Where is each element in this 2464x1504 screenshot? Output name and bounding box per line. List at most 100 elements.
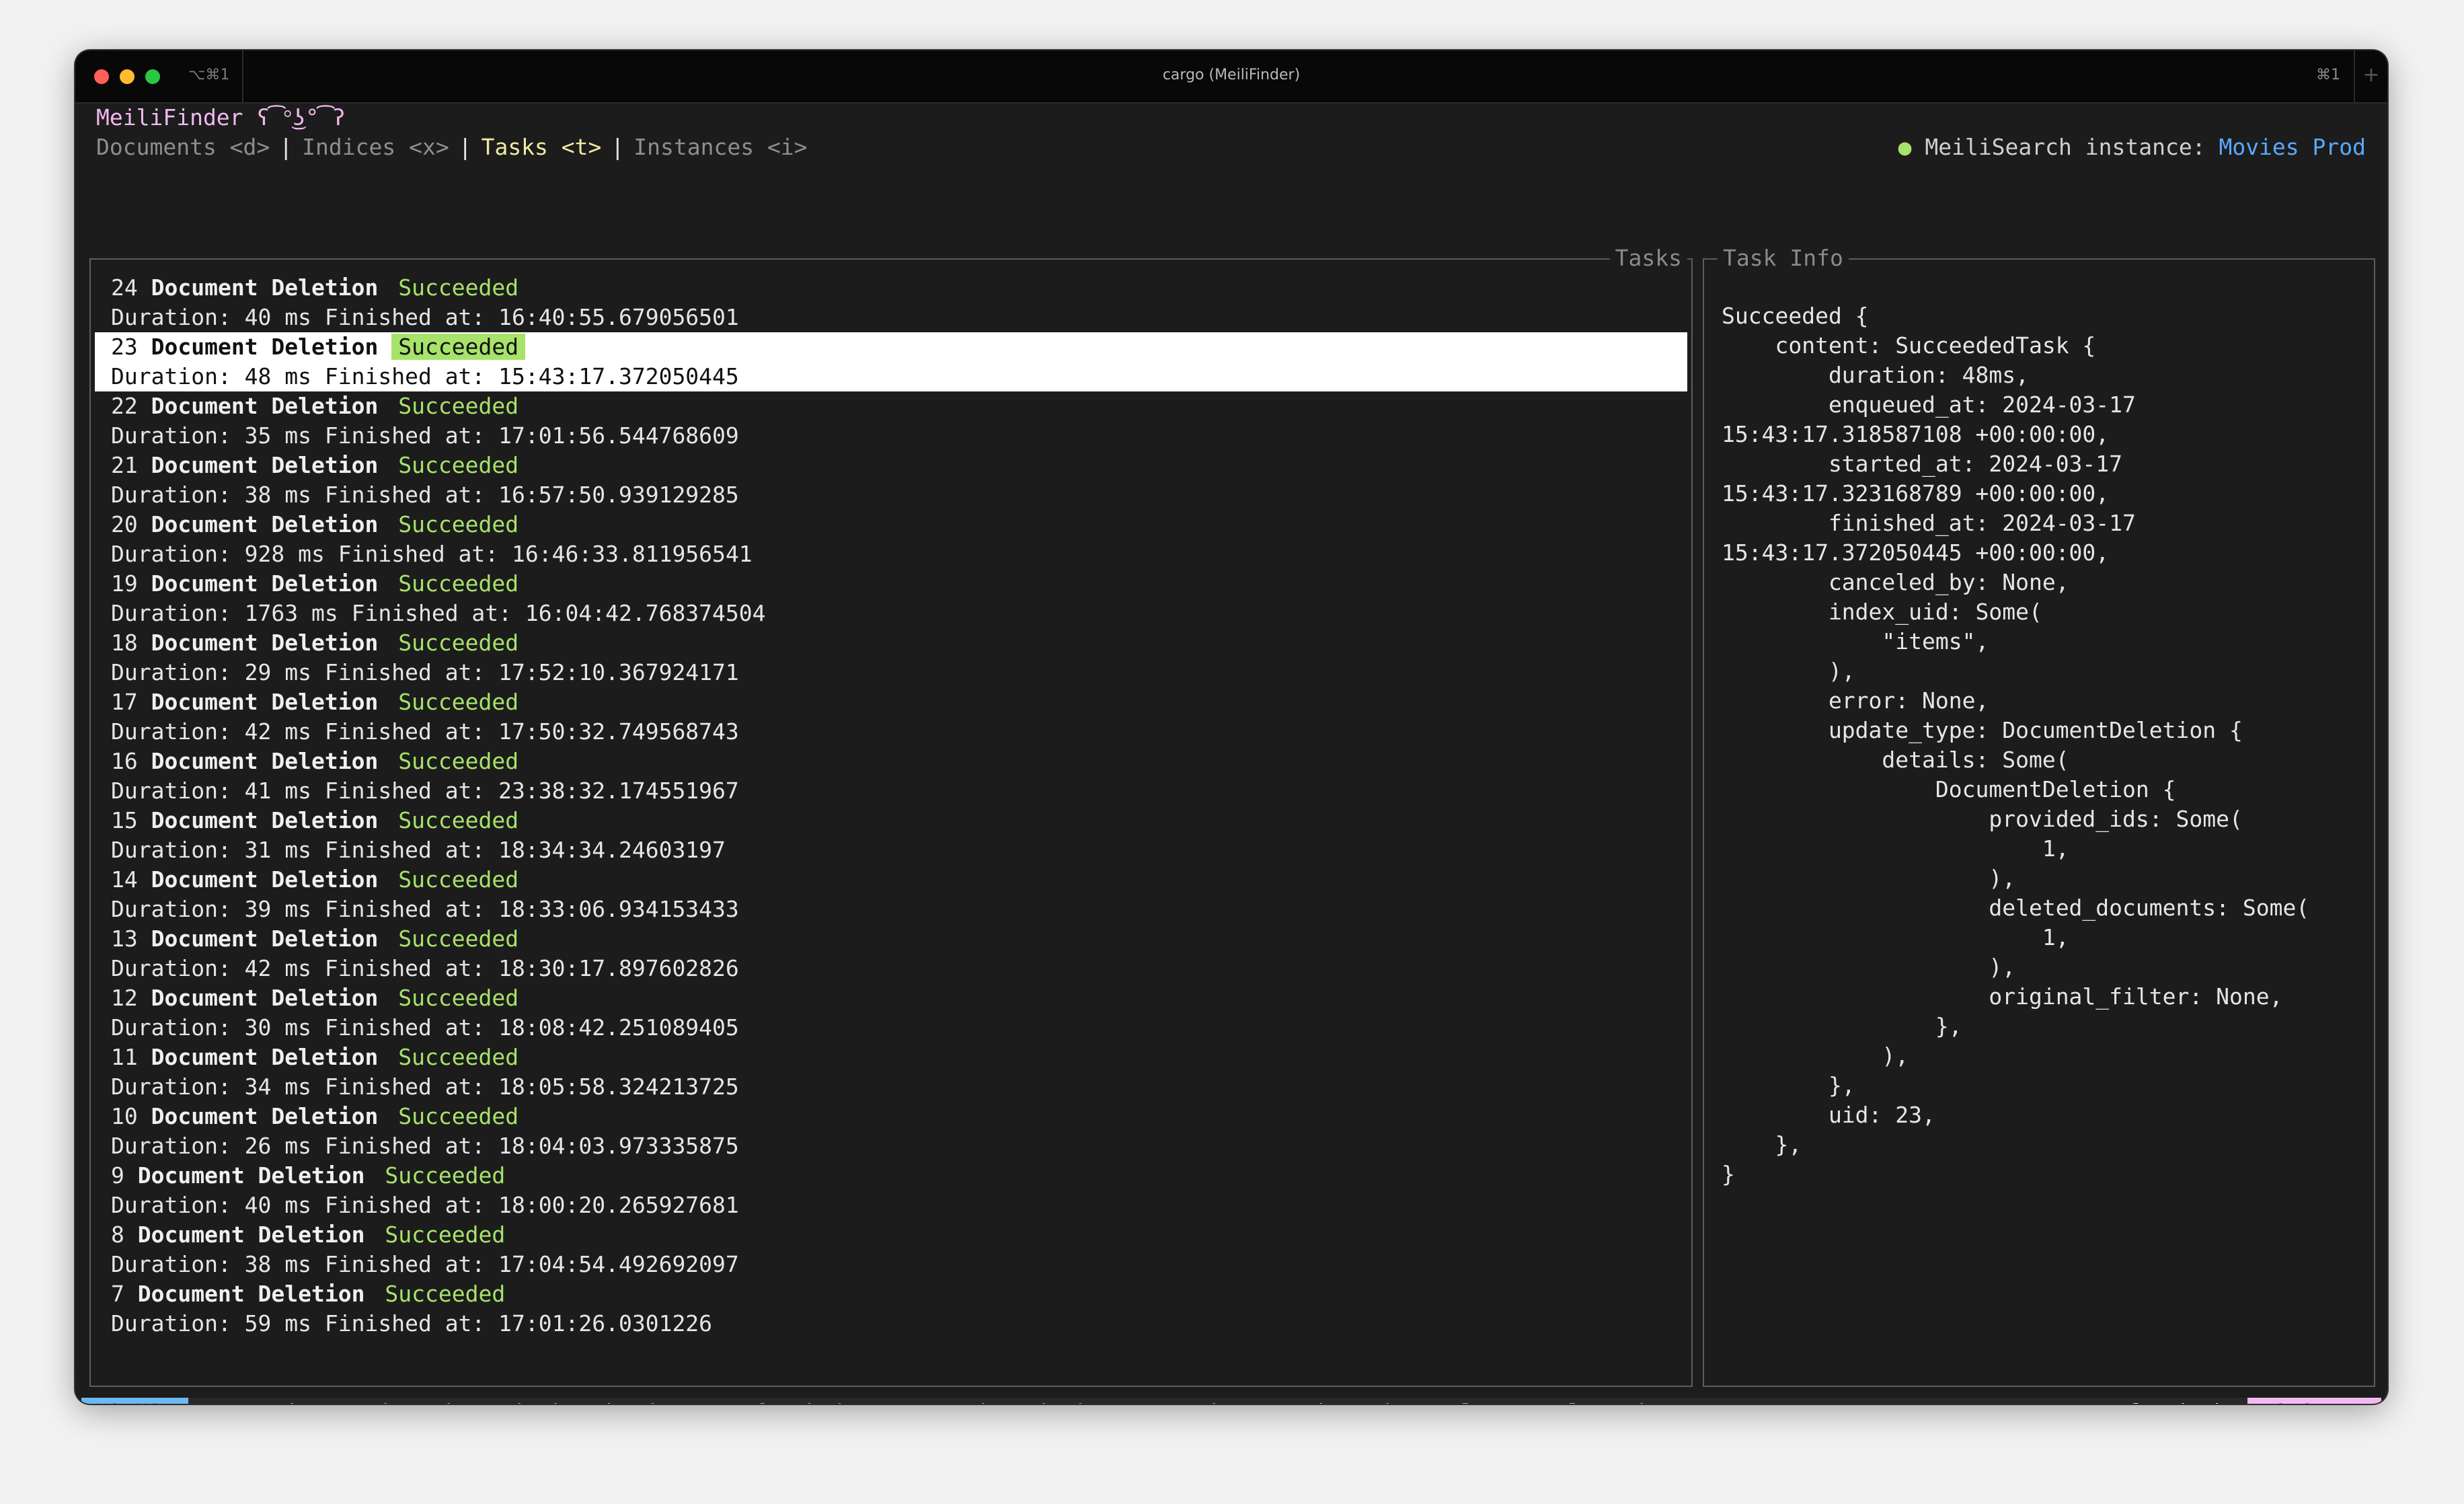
task-item[interactable]: 17 Document Deletion Succeeded Duration: … xyxy=(95,687,1687,747)
task-detail: Duration: 48 ms Finished at: 15:43:17.37… xyxy=(111,363,739,389)
task-detail: Duration: 34 ms Finished at: 18:05:58.32… xyxy=(111,1074,739,1100)
task-type: Document Deletion xyxy=(151,452,379,478)
task-detail: Duration: 928 ms Finished at: 16:46:33.8… xyxy=(111,541,753,567)
task-detail: Duration: 59 ms Finished at: 17:01:26.03… xyxy=(111,1310,713,1337)
task-item[interactable]: 20 Document Deletion Succeeded Duration: … xyxy=(95,510,1687,569)
task-type: Document Deletion xyxy=(151,866,379,893)
task-header-line: 20 Document Deletion Succeeded xyxy=(111,510,525,539)
task-header-line: 22 Document Deletion Succeeded xyxy=(111,391,525,421)
task-item[interactable]: 21 Document Deletion Succeeded Duration: … xyxy=(95,451,1687,510)
task-header-line: 15 Document Deletion Succeeded xyxy=(111,806,525,835)
new-tab-button[interactable]: + xyxy=(2354,50,2387,102)
nav-tabs: Documents <d> | Indices <x> | Tasks <t> | Inst… xyxy=(96,133,808,162)
tab-documents[interactable]: Documents <d> xyxy=(96,134,270,160)
task-item[interactable]: 14 Document Deletion Succeeded Duration: … xyxy=(95,865,1687,924)
task-status-badge: Succeeded xyxy=(398,1103,519,1129)
task-status-badge: Succeeded xyxy=(398,630,519,656)
task-id: 19 xyxy=(111,570,138,597)
task-item[interactable]: 16 Document Deletion Succeeded Duration: … xyxy=(95,747,1687,806)
task-type: Document Deletion xyxy=(137,1221,365,1248)
task-id: 7 xyxy=(111,1281,124,1307)
task-detail: Duration: 29 ms Finished at: 17:52:10.36… xyxy=(111,659,739,685)
task-status-badge: Succeeded xyxy=(398,274,519,301)
task-header-line: 7 Document Deletion Succeeded xyxy=(111,1279,512,1309)
task-item[interactable]: 13 Document Deletion Succeeded Duration: … xyxy=(95,924,1687,983)
terminal-window: ⌥⌘1 cargo (MeiliFinder) ⌘1 + MeiliFinder… xyxy=(75,50,2387,1404)
keybinding-hints: <q> exit app | <tab> switch tabs | <r> r… xyxy=(205,1398,1715,1404)
task-status-badge: Succeeded xyxy=(398,511,519,537)
tab-tasks[interactable]: Tasks <t> xyxy=(482,134,602,160)
task-header-line: 14 Document Deletion Succeeded xyxy=(111,865,525,895)
window-title: cargo (MeiliFinder) xyxy=(1162,67,1301,83)
task-id: 15 xyxy=(111,807,138,833)
task-type: Document Deletion xyxy=(151,570,379,597)
task-header-line: 12 Document Deletion Succeeded xyxy=(111,983,525,1013)
task-item[interactable]: 22 Document Deletion Succeeded Duration: … xyxy=(95,391,1687,451)
task-info-panel-title: Task Info xyxy=(1718,245,1849,272)
task-status-badge: Succeeded xyxy=(398,452,519,478)
task-status-badge: Succeeded xyxy=(398,985,519,1011)
task-item[interactable]: 15 Document Deletion Succeeded Duration: … xyxy=(95,806,1687,865)
task-id: 20 xyxy=(111,511,138,537)
nav-separator: | xyxy=(279,134,293,160)
task-id: 23 xyxy=(111,334,138,360)
task-type: Document Deletion xyxy=(151,274,379,301)
task-item[interactable]: 18 Document Deletion Succeeded Duration: … xyxy=(95,628,1687,687)
mode-badge: NORMAL xyxy=(81,1398,189,1404)
task-type: Document Deletion xyxy=(151,334,379,360)
task-status-badge: Succeeded xyxy=(398,866,519,893)
task-status-badge: Succeeded xyxy=(385,1281,506,1307)
instance-name: Movies Prod xyxy=(2219,134,2366,160)
task-detail: Duration: 35 ms Finished at: 17:01:56.54… xyxy=(111,422,739,449)
task-status-badge: Succeeded xyxy=(398,926,519,952)
task-item[interactable]: 9 Document Deletion Succeeded Duration: 4… xyxy=(95,1161,1687,1220)
task-detail: Duration: 40 ms Finished at: 16:40:55.67… xyxy=(111,304,739,330)
task-status-badge: Succeeded xyxy=(398,807,519,833)
tab-instances[interactable]: Instances <i> xyxy=(633,134,807,160)
tab-indices[interactable]: Indices <x> xyxy=(302,134,449,160)
task-info-panel: Task Info Succeeded { content: Succeeded… xyxy=(1703,245,2375,1387)
task-item[interactable]: 24 Document Deletion Succeeded Duration: … xyxy=(95,273,1687,332)
task-status-badge: Succeeded xyxy=(398,1044,519,1070)
tasks-panel: Tasks 24 Document Deletion Succeeded Dura… xyxy=(89,245,1693,1387)
task-type: Document Deletion xyxy=(151,748,379,774)
task-header-line: 16 Document Deletion Succeeded xyxy=(111,747,525,776)
task-id: 14 xyxy=(111,866,138,893)
task-id: 17 xyxy=(111,689,138,715)
nav-separator: | xyxy=(611,134,625,160)
task-detail: Duration: 26 ms Finished at: 18:04:03.97… xyxy=(111,1133,739,1159)
task-detail: Duration: 39 ms Finished at: 18:33:06.93… xyxy=(111,896,739,922)
task-header-line: 19 Document Deletion Succeeded xyxy=(111,569,525,599)
status-bar: NORMAL <q> exit app | <tab> switch tabs … xyxy=(81,1398,2381,1404)
task-header-line: 23 Document Deletion Succeeded xyxy=(111,332,526,362)
task-detail: Duration: 38 ms Finished at: 17:04:54.49… xyxy=(111,1251,739,1277)
task-status-badge: Succeeded xyxy=(398,748,519,774)
task-type: Document Deletion xyxy=(137,1281,365,1307)
task-type: Document Deletion xyxy=(151,985,379,1011)
task-id: 18 xyxy=(111,630,138,656)
task-list[interactable]: 24 Document Deletion Succeeded Duration: … xyxy=(95,273,1687,1339)
task-type: Document Deletion xyxy=(151,630,379,656)
task-status-badge: Succeeded xyxy=(398,393,519,419)
app-logo-icon: ʕ͡°͜ʖ°͡ʔ xyxy=(256,104,346,130)
task-item[interactable]: 7 Document Deletion Succeeded Duration: 5… xyxy=(95,1279,1687,1339)
task-header-line: 13 Document Deletion Succeeded xyxy=(111,924,525,954)
tasks-panel-title: Tasks xyxy=(1609,245,1687,272)
task-item[interactable]: 19 Document Deletion Succeeded Duration: … xyxy=(95,569,1687,628)
title-bar: ⌥⌘1 cargo (MeiliFinder) ⌘1 + xyxy=(75,50,2387,104)
task-item[interactable]: 23 Document Deletion Succeeded Duration: … xyxy=(95,332,1687,391)
task-detail: Duration: 1763 ms Finished at: 16:04:42.… xyxy=(111,600,766,626)
task-header-line: 18 Document Deletion Succeeded xyxy=(111,628,525,658)
task-header-line: 21 Document Deletion Succeeded xyxy=(111,451,525,480)
task-item[interactable]: 8 Document Deletion Succeeded Duration: 3… xyxy=(95,1220,1687,1279)
task-item[interactable]: 11 Document Deletion Succeeded Duration: … xyxy=(95,1043,1687,1102)
task-item[interactable]: 12 Document Deletion Succeeded Duration: … xyxy=(95,983,1687,1043)
task-item[interactable]: 10 Document Deletion Succeeded Duration: … xyxy=(95,1102,1687,1161)
task-id: 9 xyxy=(111,1162,124,1189)
task-type: Document Deletion xyxy=(151,1044,379,1070)
status-dot-icon: ● xyxy=(1898,134,1912,160)
task-detail: Duration: 42 ms Finished at: 18:30:17.89… xyxy=(111,955,739,981)
task-type: Document Deletion xyxy=(151,807,379,833)
task-status-badge: Succeeded xyxy=(398,689,519,715)
task-info-content: Succeeded { content: SucceededTask { dur… xyxy=(1722,303,2310,1187)
